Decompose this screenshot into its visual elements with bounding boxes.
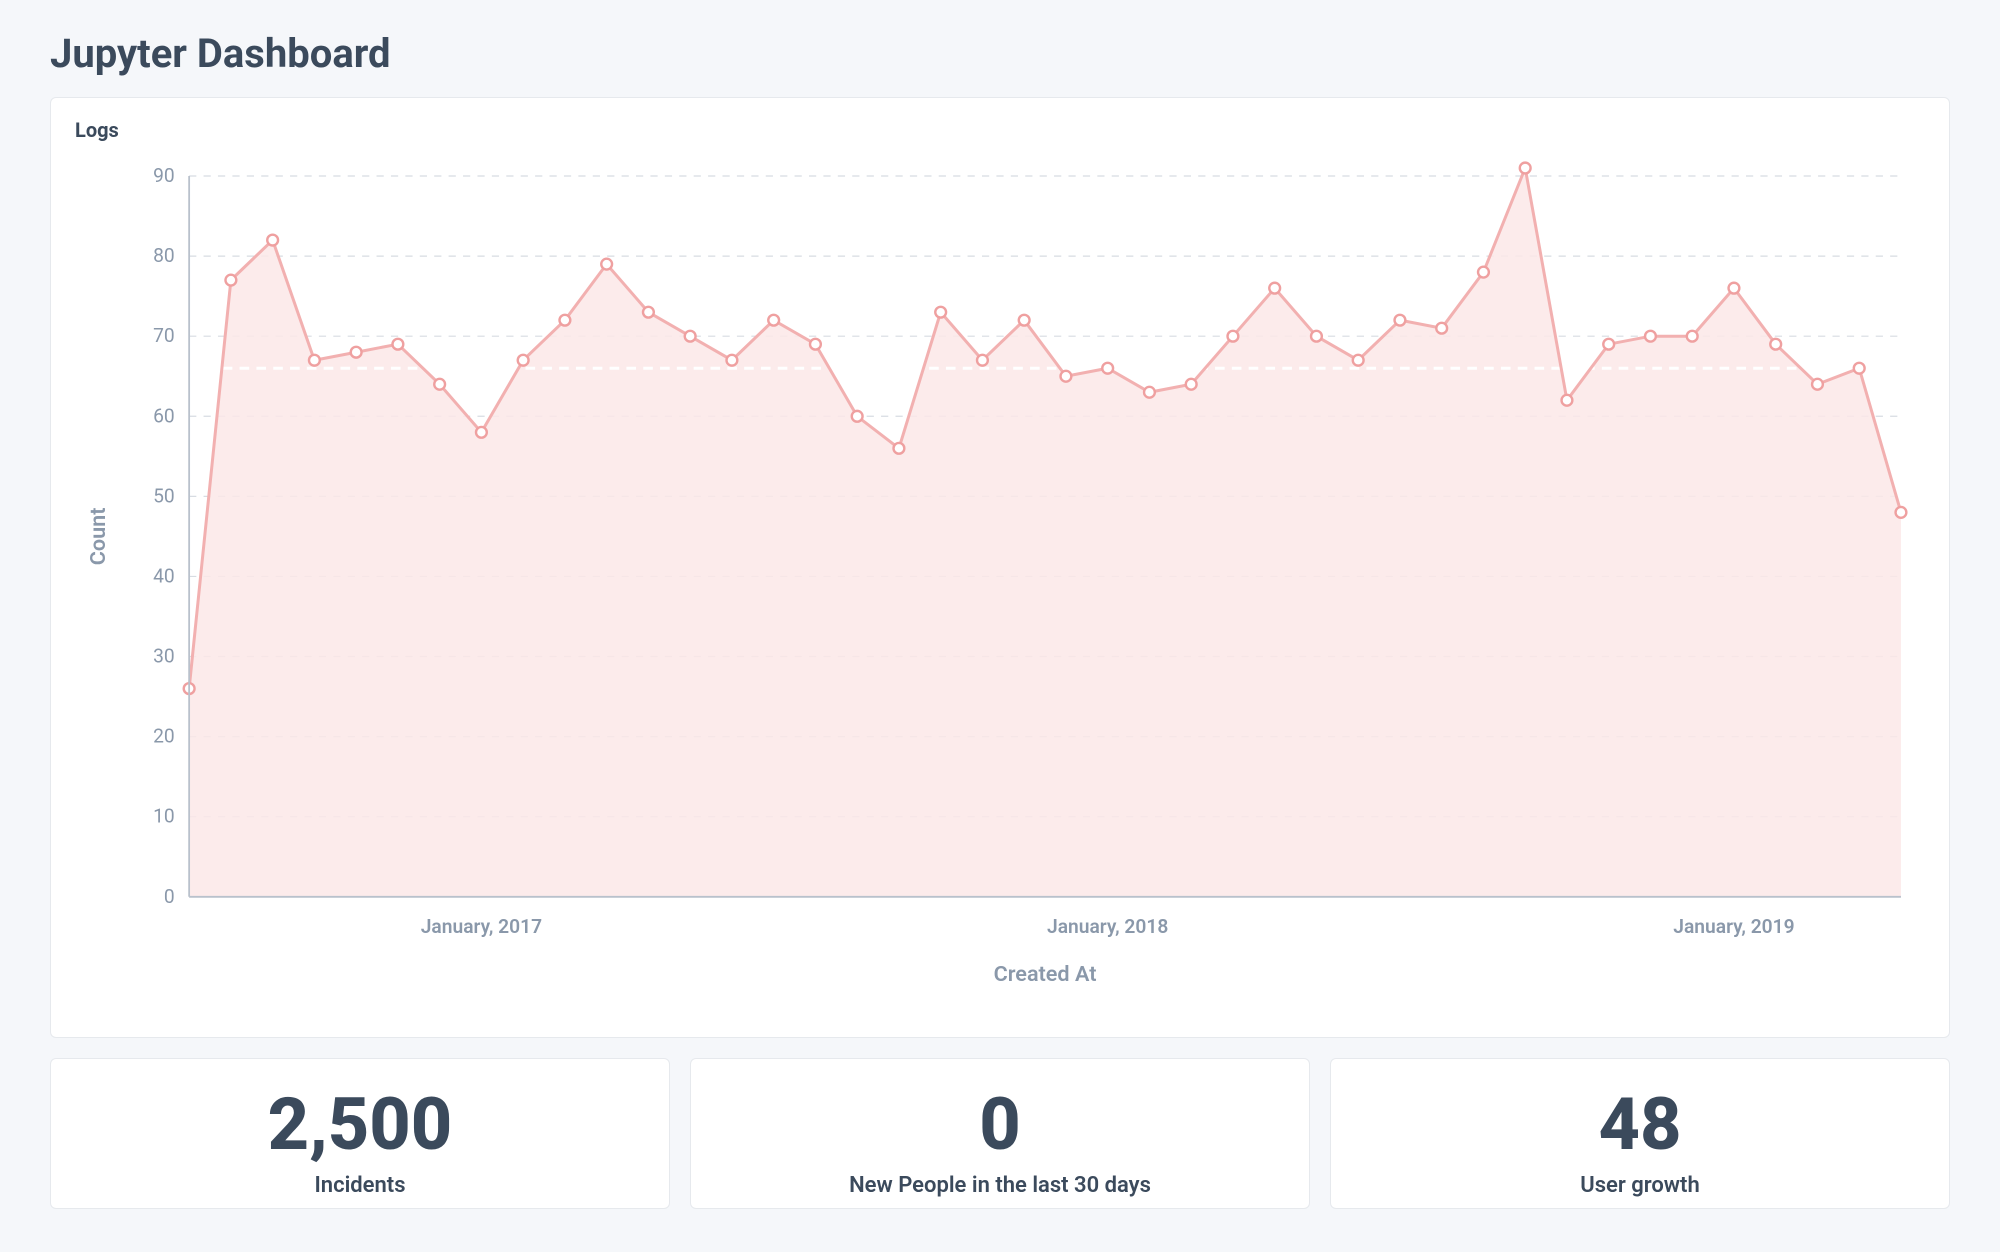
chart-card: Logs 0 10 20 30 40 50 60 70 80 90 January, 2017 Jan… [50,97,1950,1038]
svg-text:20: 20 [153,725,175,748]
svg-text:40: 40 [153,564,175,587]
line-chart[interactable]: 0 10 20 30 40 50 60 70 80 90 January, 2017 January,… [75,152,1925,1017]
svg-text:January, 2017: January, 2017 [421,915,542,938]
svg-text:90: 90 [153,164,175,187]
svg-text:January, 2019: January, 2019 [1673,915,1794,938]
svg-text:60: 60 [153,404,175,427]
stat-value: 0 [711,1089,1289,1161]
svg-text:80: 80 [153,244,175,267]
svg-text:70: 70 [153,324,175,347]
svg-text:Created At: Created At [994,962,1097,987]
svg-text:January, 2018: January, 2018 [1047,915,1168,938]
chart-area: 0 10 20 30 40 50 60 70 80 90 January, 2017 January,… [75,152,1925,1017]
stat-label: New People in the last 30 days [711,1173,1289,1198]
svg-text:30: 30 [153,645,175,668]
stat-card-incidents: 2,500 Incidents [50,1058,670,1209]
stat-card-user-growth: 48 User growth [1330,1058,1950,1209]
stat-card-new-people: 0 New People in the last 30 days [690,1058,1310,1209]
svg-text:10: 10 [153,805,175,828]
chart-title: Logs [75,118,1925,142]
stat-label: User growth [1351,1173,1929,1198]
stat-value: 2,500 [71,1089,649,1161]
svg-text:Count: Count [86,508,111,566]
svg-text:0: 0 [164,885,175,908]
stats-row: 2,500 Incidents 0 New People in the last… [50,1058,1950,1209]
stat-value: 48 [1351,1089,1929,1161]
svg-text:50: 50 [153,484,175,507]
page-title: Jupyter Dashboard [50,30,1950,77]
stat-label: Incidents [71,1173,649,1198]
